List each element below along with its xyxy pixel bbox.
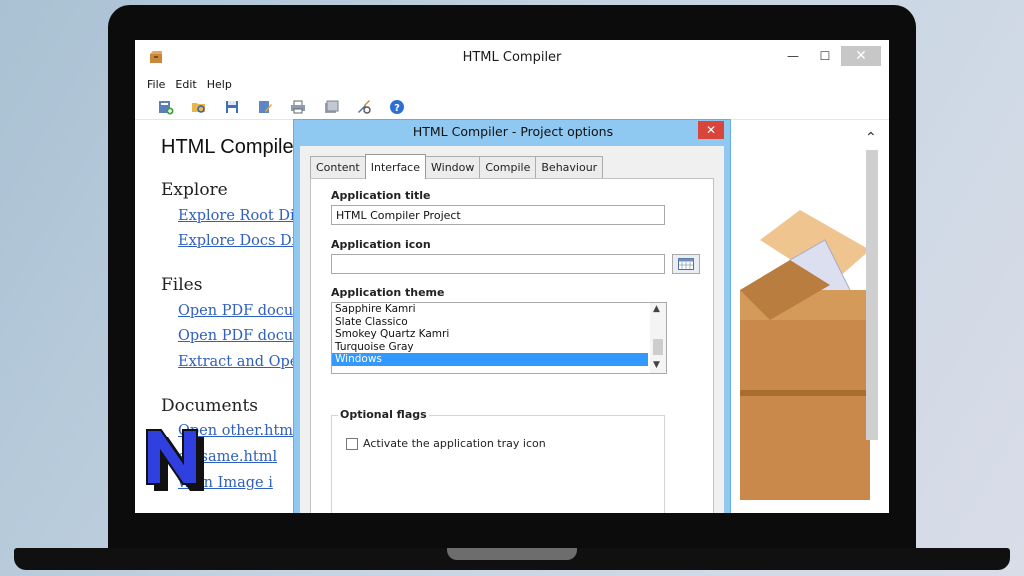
- link-open-pdf-1[interactable]: Open PDF docu: [178, 303, 293, 319]
- app-icon-input[interactable]: [331, 254, 665, 274]
- theme-option-windows[interactable]: Windows: [332, 353, 648, 366]
- scroll-thumb[interactable]: [866, 150, 878, 440]
- link-explore-docs[interactable]: Explore Docs Di: [178, 233, 296, 249]
- edit-icon: [258, 101, 272, 113]
- laptop-notch: [447, 548, 577, 560]
- help-icon: ?: [389, 100, 404, 114]
- browse-icon-button[interactable]: [672, 254, 700, 274]
- document-heading: HTML Compile: [161, 136, 294, 158]
- grid-browse-icon: [678, 258, 694, 270]
- tray-icon-checkbox[interactable]: [346, 438, 358, 450]
- app-title-input[interactable]: [331, 205, 665, 225]
- menu-file[interactable]: File: [147, 78, 165, 91]
- save-icon: [225, 101, 238, 113]
- optional-flags-group: Optional flags Activate the application …: [331, 408, 665, 513]
- tab-interface[interactable]: Interface: [364, 154, 426, 179]
- app-theme-label: Application theme: [331, 286, 445, 299]
- main-scrollbar[interactable]: ⌃: [863, 128, 881, 513]
- dialog-title: HTML Compiler - Project options: [412, 124, 614, 139]
- menu-help[interactable]: Help: [207, 78, 232, 91]
- theme-list-scrollbar[interactable]: ▲ ▼: [650, 303, 666, 373]
- list-scroll-thumb[interactable]: [653, 339, 663, 355]
- print-icon: [290, 100, 305, 114]
- list-scroll-down-icon[interactable]: ▼: [653, 360, 660, 370]
- theme-option-slate-classico[interactable]: Slate Classico: [332, 316, 648, 329]
- new-project-icon: [158, 101, 173, 115]
- app-title-label: Application title: [331, 189, 431, 202]
- tab-content[interactable]: Content: [310, 156, 366, 178]
- compile-button[interactable]: [314, 96, 347, 118]
- edit-button[interactable]: [248, 96, 281, 118]
- tab-behaviour[interactable]: Behaviour: [535, 156, 604, 178]
- svg-text:?: ?: [394, 103, 400, 114]
- help-button[interactable]: ?: [380, 96, 413, 118]
- compile-icon: [324, 100, 338, 113]
- open-project-button[interactable]: [182, 96, 215, 118]
- tray-icon-label[interactable]: Activate the application tray icon: [363, 437, 546, 450]
- open-project-icon: [191, 103, 205, 113]
- theme-option-sapphire-kamri[interactable]: Sapphire Kamri: [332, 303, 648, 316]
- tools-icon: [357, 100, 371, 114]
- maximize-button[interactable]: ☐: [809, 46, 841, 66]
- box-illustration: [740, 210, 870, 500]
- theme-option-smokey-quartz-kamri[interactable]: Smokey Quartz Kamri: [332, 328, 648, 341]
- theme-option-turquoise-gray[interactable]: Turquoise Gray: [332, 341, 648, 354]
- tab-window[interactable]: Window: [425, 156, 481, 178]
- minimize-button[interactable]: —: [777, 46, 809, 66]
- link-extract-open[interactable]: Extract and Ope: [178, 354, 298, 370]
- menu-bar: File Edit Help: [147, 78, 232, 91]
- scroll-up-icon[interactable]: ⌃: [865, 130, 877, 146]
- section-title-explore: Explore: [161, 180, 228, 200]
- section-title-files: Files: [161, 275, 203, 295]
- interface-tab-panel: Application title Application icon Appli…: [310, 178, 714, 513]
- close-button[interactable]: ✕: [841, 46, 881, 66]
- link-explore-root[interactable]: Explore Root Di: [178, 208, 295, 224]
- link-open-pdf-2[interactable]: Open PDF docu: [178, 328, 293, 344]
- window-controls: — ☐ ✕: [777, 46, 881, 66]
- project-options-dialog: HTML Compiler - Project options ✕ Conten…: [293, 119, 731, 513]
- optional-flags-label: Optional flags: [338, 408, 429, 421]
- dialog-close-button[interactable]: ✕: [698, 121, 724, 139]
- app-icon-label: Application icon: [331, 238, 431, 251]
- toolbar: ?: [149, 96, 413, 118]
- n-logo: [146, 429, 204, 491]
- screen: HTML Compiler — ☐ ✕ File Edit Help ? HTM…: [135, 40, 889, 513]
- list-scroll-up-icon[interactable]: ▲: [653, 304, 660, 314]
- window-title: HTML Compiler: [462, 50, 562, 65]
- print-button[interactable]: [281, 96, 314, 118]
- tools-button[interactable]: [347, 96, 380, 118]
- new-project-button[interactable]: [149, 96, 182, 118]
- dialog-tabs: Content Interface Window Compile Behavio…: [310, 154, 604, 179]
- title-bar: HTML Compiler — ☐ ✕: [135, 40, 889, 76]
- save-button[interactable]: [215, 96, 248, 118]
- menu-edit[interactable]: Edit: [175, 78, 196, 91]
- section-title-documents: Documents: [161, 396, 259, 416]
- theme-listbox[interactable]: Sapphire Kamri Slate Classico Smokey Qua…: [331, 302, 667, 374]
- dialog-body: Content Interface Window Compile Behavio…: [300, 146, 724, 513]
- tab-compile[interactable]: Compile: [479, 156, 537, 178]
